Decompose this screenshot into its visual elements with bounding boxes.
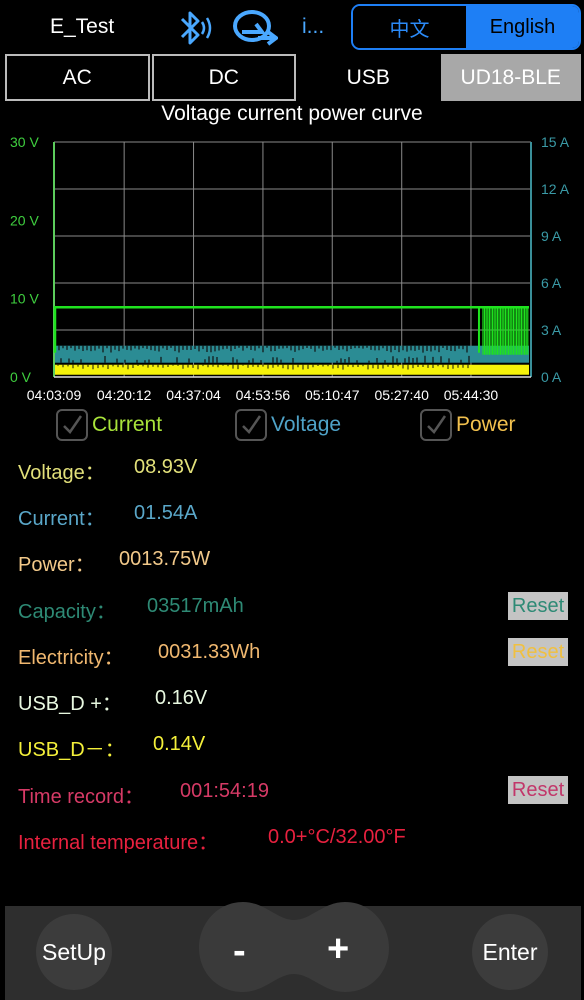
power-value: 0013.75W [119,548,211,570]
y-right-tick-label: 3 A [541,322,562,338]
current-row: Current： 01.54A [18,502,197,531]
usb-dminus-value: 0.14V [153,733,206,755]
capacity-row: Capacity： 03517mAh [18,595,244,624]
x-tick-label: 05:44:30 [444,387,499,403]
tab-dc[interactable]: DC [151,54,296,101]
voltage-checkbox[interactable] [235,409,267,441]
time-record-label: Time record： [18,786,144,808]
voltage-row: Voltage： 08.93V [18,456,197,485]
temperature-label: Internal temperature： [18,832,219,854]
y-right-tick-label: 15 A [541,134,570,150]
current-checkbox[interactable] [56,409,88,441]
tab-ud18-ble[interactable]: UD18-BLE [440,54,581,101]
x-tick-label: 05:10:47 [305,387,360,403]
voltage-label: Voltage： [18,462,105,484]
temperature-row: Internal temperature： 0.0+°C/32.00°F [18,826,406,855]
current-label: Current： [18,508,105,530]
y-right-tick-label: 6 A [541,275,562,291]
usb-dminus-label: USB_D－： [18,739,125,761]
capacity-label: Capacity： [18,601,116,623]
language-switch: 中文 English [351,4,581,50]
plus-button[interactable]: + [327,928,349,971]
device-name[interactable]: E_Test [50,15,114,39]
capacity-value: 03517mAh [147,595,244,617]
temperature-value: 0.0+°C/32.00°F [268,826,406,848]
power-row: Power： 0013.75W [18,548,210,577]
chart-title: Voltage current power curve [161,102,423,125]
voltage-value: 08.93V [134,456,198,478]
usb-dplus-label: USB_D +： [18,693,122,715]
check-icon [63,415,83,434]
minus-button[interactable]: - [233,930,246,973]
mode-tabs: AC DC USB UD18-BLE [5,54,581,101]
tab-ac[interactable]: AC [5,54,150,101]
usb-dplus-row: USB_D +： 0.16V [18,687,207,716]
legend-voltage-label: Voltage [271,413,342,436]
setup-button[interactable]: SetUp [36,914,112,990]
bluetooth-icon[interactable] [172,5,218,51]
lang-english-button[interactable]: English [466,6,579,48]
check-icon [242,415,262,434]
enter-button[interactable]: Enter [472,914,548,990]
usb-dminus-row: USB_D－： 0.14V [18,733,205,762]
adjust-pad [199,902,389,992]
x-tick-label: 04:20:12 [97,387,152,403]
time-record-value: 001:54:19 [180,780,269,802]
time-record-row: Time record： 001:54:19 [18,780,269,809]
bottom-control-bar: SetUp - + Enter [5,902,581,1000]
electricity-row: Electricity： 0031.33Wh [18,641,260,670]
y-left-tick-label: 10 V [10,291,39,307]
power-label: Power： [18,554,95,576]
top-bar: E_Test i... 中文 English [0,0,584,56]
legend-power[interactable]: Power [420,405,516,445]
time-record-reset-button[interactable]: Reset [508,776,568,804]
voltage-series-burst [482,307,529,355]
y-right-tick-label: 0 A [541,369,562,385]
connect-icon[interactable] [232,6,278,50]
tab-usb[interactable]: USB [298,54,439,101]
y-left-tick-label: 20 V [10,212,39,228]
voltage-current-power-chart: 0 V 10 V 20 V 30 V 0 A 3 A 6 A 9 A 12 A 15 A 04:03… [10,134,570,403]
x-tick-label: 04:03:09 [27,387,82,403]
y-left-tick-label: 0 V [10,369,32,385]
y-right-tick-label: 9 A [541,228,562,244]
current-series-band [55,345,529,363]
y-right-tick-label: 12 A [541,181,570,197]
current-value: 01.54A [134,502,198,524]
usb-dplus-value: 0.16V [155,687,208,709]
power-checkbox[interactable] [420,409,452,441]
legend-current-label: Current [92,413,163,436]
check-icon [427,415,447,434]
x-tick-label: 05:27:40 [374,387,429,403]
legend-current[interactable]: Current [56,405,162,445]
device-info-text[interactable]: i... [302,15,324,39]
legend-voltage[interactable]: Voltage [235,405,341,445]
x-tick-label: 04:53:56 [236,387,291,403]
capacity-reset-button[interactable]: Reset [508,592,568,620]
lang-chinese-button[interactable]: 中文 [353,6,466,48]
y-left-tick-label: 30 V [10,134,39,150]
electricity-value: 0031.33Wh [158,641,261,663]
electricity-reset-button[interactable]: Reset [508,638,568,666]
electricity-label: Electricity： [18,647,124,669]
legend-power-label: Power [456,413,516,436]
x-tick-label: 04:37:04 [166,387,221,403]
